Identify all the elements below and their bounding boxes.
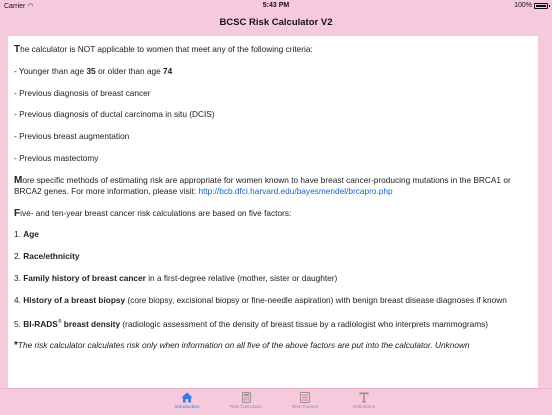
battery-status: 100% — [514, 2, 550, 9]
page-title: BCSC Risk Calculator V2 — [219, 17, 333, 28]
tab-bar: Introduction Risk Calculator Risk Factor… — [0, 388, 552, 415]
tab-introduction[interactable]: Introduction — [162, 392, 212, 410]
criteria-item: - Previous diagnosis of ductal carcinoma… — [14, 109, 215, 120]
five-factors-text: ive- and ten-year breast cancer risk cal… — [20, 207, 292, 218]
factor-item: 2. Race/ethnicity — [14, 251, 532, 262]
tab-label: Risk Factors — [291, 405, 319, 410]
factor-num: 2. — [14, 251, 24, 262]
risk-factors-icon — [280, 392, 330, 403]
definitions-icon — [339, 392, 389, 403]
factor-desc: (radiologic assessment of the density of… — [120, 318, 489, 329]
intro-content[interactable]: The calculator is NOT applicable to wome… — [8, 36, 538, 388]
specific-methods-paragraph: More specific methods of estimating risk… — [14, 175, 532, 197]
note-text: The risk calculator calculates risk only… — [17, 340, 470, 351]
factor-item: 5. BI-RADS® breast density (radiologic a… — [14, 317, 532, 330]
factor-item: 4. History of a breast biopsy (core biop… — [14, 295, 532, 306]
note-paragraph: *The risk calculator calculates risk onl… — [14, 340, 532, 351]
factor-item: 3. Family history of breast cancer in a … — [14, 273, 532, 284]
factor-desc: in a first-degree relative (mother, sist… — [145, 272, 338, 283]
calculator-icon — [221, 392, 271, 403]
status-bar: Carrier ◠ 5:43 PM 100% — [0, 0, 552, 12]
factor-title: Age — [23, 229, 39, 240]
factor-title: BI-RADS — [23, 318, 58, 329]
intro-paragraph: The calculator is NOT applicable to wome… — [14, 44, 532, 55]
factor-num: 5. — [14, 318, 24, 329]
criteria-item: - Previous diagnosis of breast cancer — [14, 87, 151, 98]
factor-title-suffix: breast density — [61, 318, 121, 329]
factor-title: History of a breast biopsy — [23, 294, 126, 305]
factor-title: Race/ethnicity — [23, 251, 80, 262]
factor-num: 1. — [14, 229, 24, 240]
age-pre: - Younger than age — [14, 65, 87, 76]
factor-num: 4. — [14, 294, 24, 305]
factor-item: 1. Age — [14, 229, 532, 240]
factor-desc: (core biopsy, excisional biopsy or fine-… — [125, 294, 507, 305]
five-factors-paragraph: Five- and ten-year breast cancer risk ca… — [14, 208, 532, 219]
age-low: 35 — [86, 65, 96, 76]
brcapro-link[interactable]: http://bcb.dfci.harvard.edu/bayesmendel/… — [198, 186, 392, 196]
tab-risk-factors[interactable]: Risk Factors — [280, 392, 330, 410]
nav-bar: BCSC Risk Calculator V2 — [0, 12, 552, 34]
age-high: 74 — [163, 65, 173, 76]
tab-label: Definitions — [352, 405, 376, 410]
tab-definitions[interactable]: Definitions — [339, 392, 389, 410]
age-mid: or older than age — [95, 65, 164, 76]
status-time: 5:43 PM — [262, 2, 290, 9]
tab-label: Risk Calculator — [229, 405, 263, 410]
tab-risk-calculator[interactable]: Risk Calculator — [221, 392, 271, 410]
factor-title: Family history of breast cancer — [23, 272, 146, 283]
factor-num: 3. — [14, 272, 24, 283]
battery-percent: 100% — [514, 2, 532, 9]
battery-icon — [534, 2, 550, 9]
side-margin — [540, 36, 552, 388]
home-icon — [162, 392, 212, 403]
criteria-item: - Previous mastectomy — [14, 152, 99, 163]
intro-text: he calculator is NOT applicable to women… — [20, 44, 313, 54]
criteria-age: - Younger than age 35 or older than age … — [14, 66, 532, 77]
criteria-item: - Previous breast augmentation — [14, 131, 130, 142]
tab-label: Introduction — [174, 405, 200, 410]
